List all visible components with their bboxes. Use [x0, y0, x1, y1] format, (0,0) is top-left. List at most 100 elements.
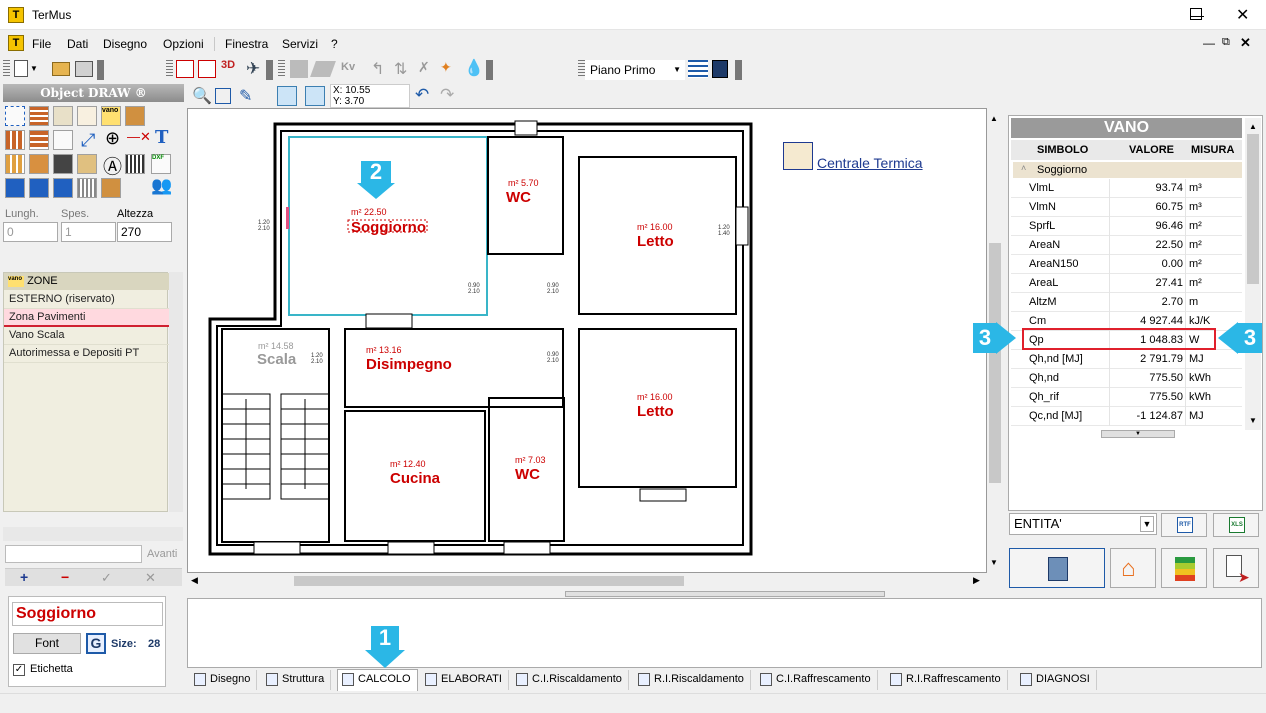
- menu-finestra[interactable]: Finestra: [225, 37, 268, 51]
- door-tool-icon[interactable]: [53, 130, 73, 150]
- export-button[interactable]: ➤: [1213, 548, 1259, 588]
- 3d-view-icon[interactable]: 3D: [221, 59, 235, 71]
- brick-tool-icon[interactable]: [5, 130, 25, 150]
- menu-dati[interactable]: Dati: [67, 37, 88, 51]
- font-button[interactable]: Font: [13, 633, 81, 654]
- menu-file[interactable]: File: [32, 37, 51, 51]
- toolbar-overflow-icon[interactable]: [486, 60, 493, 80]
- floor-select[interactable]: Piano Primo ▼: [585, 60, 685, 80]
- menu-opzioni[interactable]: Opzioni: [163, 37, 204, 51]
- zone-search-input[interactable]: [5, 545, 142, 563]
- undo-icon[interactable]: ↶: [415, 85, 429, 105]
- canvas-hscrollbar[interactable]: ◀ ▶: [187, 573, 987, 589]
- tab-struttura[interactable]: Struttura: [262, 670, 332, 690]
- vano-row[interactable]: VlmL 93.74 m³: [1011, 179, 1242, 198]
- lungh-input[interactable]: 0: [3, 222, 58, 242]
- tab-diagnosi[interactable]: DIAGNOSI: [1016, 670, 1097, 690]
- tab-ci-riscaldamento[interactable]: C.I.Riscaldamento: [512, 670, 629, 690]
- dropdown-arrow-icon[interactable]: ▼: [30, 64, 38, 73]
- vano-resize-handle[interactable]: ▼: [1101, 430, 1175, 438]
- room-name[interactable]: WC: [506, 189, 531, 206]
- confirm-zone-button[interactable]: ✓: [101, 570, 112, 586]
- menu-help[interactable]: ?: [331, 37, 338, 51]
- north-arrow-icon[interactable]: Ⓐ: [103, 152, 122, 179]
- toolbar-overflow-icon[interactable]: [735, 60, 742, 80]
- tab-disegno[interactable]: Disegno: [190, 670, 258, 690]
- zone-item[interactable]: Vano Scala: [4, 327, 169, 345]
- vscroll-thumb[interactable]: [989, 243, 1001, 483]
- dxf-icon[interactable]: DXF: [151, 154, 171, 174]
- mdi-close-icon[interactable]: ✕: [1240, 35, 1251, 51]
- select-tool-icon[interactable]: [5, 106, 25, 126]
- pipe-icon[interactable]: ↰: [371, 59, 384, 79]
- dimension-icon[interactable]: —✕: [127, 129, 151, 145]
- room-name[interactable]: WC: [515, 466, 540, 483]
- brick2-tool-icon[interactable]: [29, 130, 49, 150]
- vano-row[interactable]: AltzM 2.70 m: [1011, 293, 1242, 312]
- toolbar-overflow-icon[interactable]: [266, 60, 273, 80]
- crosshair-icon[interactable]: ⊕: [105, 128, 120, 149]
- torch-icon[interactable]: ✦: [440, 59, 452, 76]
- tab-ri-riscaldamento[interactable]: R.I.Riscaldamento: [634, 670, 751, 690]
- export-rtf-button[interactable]: RTF: [1161, 513, 1207, 537]
- zoom-icon[interactable]: 🔍: [192, 86, 212, 106]
- calculator-button[interactable]: [1009, 548, 1105, 588]
- zoom-window-icon[interactable]: [215, 88, 231, 104]
- tab-ri-raffrescamento[interactable]: R.I.Raffrescamento: [886, 670, 1008, 690]
- print-icon[interactable]: [75, 61, 93, 77]
- column-tool-icon[interactable]: [125, 106, 145, 126]
- block-icon[interactable]: [290, 60, 308, 78]
- boiler-icon[interactable]: [101, 178, 121, 198]
- wall-tool-icon[interactable]: [29, 106, 49, 126]
- kv-icon[interactable]: Kv: [341, 61, 355, 73]
- splitter[interactable]: [187, 590, 1262, 598]
- redo-icon[interactable]: ↷: [440, 85, 454, 105]
- wall-x-icon[interactable]: [176, 60, 194, 78]
- avanti-button[interactable]: Avanti: [147, 548, 177, 560]
- cancel-zone-button[interactable]: ✕: [145, 570, 156, 586]
- vano-group-row[interactable]: ˄ Soggiorno: [1013, 162, 1242, 178]
- menu-servizi[interactable]: Servizi: [282, 37, 318, 51]
- size-value[interactable]: 28: [148, 638, 160, 650]
- bold-toggle[interactable]: G: [86, 633, 106, 654]
- vano-row[interactable]: Qh_rif 775.50 kWh: [1011, 388, 1242, 407]
- vano-row[interactable]: AreaN150 0.00 m²: [1011, 255, 1242, 274]
- new-file-icon[interactable]: [14, 60, 28, 77]
- vano-row[interactable]: SprfL 96.46 m²: [1011, 217, 1242, 236]
- scroll-down-icon[interactable]: ▼: [990, 558, 998, 567]
- scroll-down-icon[interactable]: ▼: [1249, 416, 1257, 425]
- connector-icon[interactable]: ✗: [418, 59, 430, 76]
- pump-icon[interactable]: [53, 178, 73, 198]
- radiator-icon[interactable]: [125, 154, 145, 174]
- vano-row[interactable]: Qc,nd [MJ] -1 124.87 MJ: [1011, 407, 1242, 426]
- tab-elaborati[interactable]: ELABORATI: [421, 670, 509, 690]
- label-text-input[interactable]: Soggiorno: [12, 602, 163, 626]
- roof-tool-icon[interactable]: [29, 154, 49, 174]
- collapse-icon[interactable]: ˄: [1021, 163, 1026, 173]
- slope-icon[interactable]: [310, 61, 336, 77]
- boiler-room-icon[interactable]: [783, 142, 813, 170]
- people-icon[interactable]: 👥: [151, 176, 172, 196]
- scroll-up-icon[interactable]: ▲: [990, 114, 998, 123]
- snap-grid-icon[interactable]: [277, 86, 297, 106]
- vano-scrollbar[interactable]: ▲ ▼: [1245, 118, 1261, 430]
- etichetta-checkbox[interactable]: ✓: [13, 664, 25, 676]
- tab-calcolo[interactable]: CALCOLO: [337, 669, 418, 691]
- elbow-tool-icon[interactable]: [29, 178, 49, 198]
- room-name[interactable]: Letto: [637, 233, 674, 250]
- mdi-restore-icon[interactable]: ⧉: [1222, 36, 1230, 49]
- window-tool-icon[interactable]: [53, 106, 73, 126]
- scroll-up-icon[interactable]: ▲: [1249, 122, 1257, 131]
- room-name[interactable]: Disimpegno: [366, 356, 452, 373]
- drawing-canvas[interactable]: 1.20 2.10 0.90 2.10 0.90 2.10 1.20 1.40 1.20…: [187, 108, 987, 573]
- tab-ci-raffrescamento[interactable]: C.I.Raffrescamento: [756, 670, 878, 690]
- zone-item[interactable]: ESTERNO (riservato): [4, 291, 169, 309]
- heater-icon[interactable]: [77, 178, 97, 198]
- tools-icon[interactable]: ⇅: [394, 59, 407, 79]
- vano-row[interactable]: Qh,nd 775.50 kWh: [1011, 369, 1242, 388]
- zone-list-hscrollbar[interactable]: [3, 527, 183, 541]
- room-name[interactable]: Soggiorno: [351, 219, 426, 236]
- scroll-right-icon[interactable]: ▶: [973, 575, 980, 586]
- airplane-icon[interactable]: ✈: [246, 59, 260, 79]
- snap-object-icon[interactable]: [305, 86, 325, 106]
